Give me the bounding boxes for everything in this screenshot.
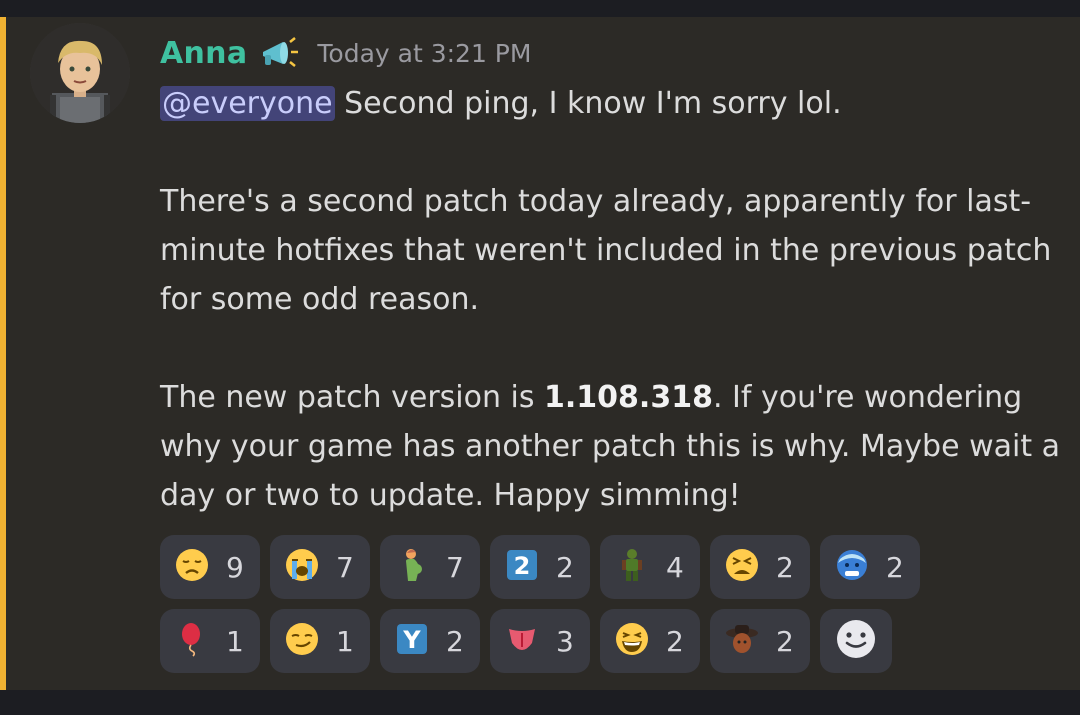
message-header: Anna Today at 3:21 PM bbox=[160, 31, 531, 75]
chat-message[interactable]: Anna Today at 3:21 PM @everyone Second p… bbox=[0, 17, 1080, 690]
reaction-smirking-face[interactable]: 1 bbox=[270, 609, 370, 673]
reaction-count: 2 bbox=[556, 550, 574, 584]
loudly-crying-face-icon bbox=[284, 547, 320, 587]
reaction-letter-y[interactable]: Y 2 bbox=[380, 609, 480, 673]
cold-face-icon bbox=[834, 547, 870, 587]
reaction-cowboy-character[interactable]: 2 bbox=[710, 609, 810, 673]
reaction-count: 3 bbox=[556, 624, 574, 658]
letter-y-icon: Y bbox=[394, 621, 430, 661]
top-bar bbox=[0, 0, 1080, 17]
smirking-face-icon bbox=[284, 621, 320, 661]
reaction-tongue[interactable]: 3 bbox=[490, 609, 590, 673]
megaphone-icon bbox=[257, 34, 301, 72]
reaction-count: 1 bbox=[226, 624, 244, 658]
avatar[interactable] bbox=[30, 23, 130, 123]
add-reaction-button[interactable] bbox=[820, 609, 892, 673]
cowboy-character-icon bbox=[724, 621, 760, 661]
reaction-tired-face[interactable]: 2 bbox=[710, 535, 810, 599]
line-1-text: Second ping, I know I'm sorry lol. bbox=[334, 86, 842, 121]
tongue-icon bbox=[504, 621, 540, 661]
pregnant-person-icon bbox=[394, 547, 430, 587]
reaction-count: 1 bbox=[336, 624, 354, 658]
reaction-green-creature[interactable]: 4 bbox=[600, 535, 700, 599]
reaction-count: 2 bbox=[776, 550, 794, 584]
disappointed-face-icon bbox=[174, 547, 210, 587]
reactions-row-1: 9 7 7 2 2 4 2 2 bbox=[160, 535, 1060, 599]
svg-text:Y: Y bbox=[402, 626, 421, 654]
reaction-count: 2 bbox=[776, 624, 794, 658]
reactions: 9 7 7 2 2 4 2 2 1 1 Y 2 3 2 2 bbox=[160, 535, 1060, 683]
username[interactable]: Anna bbox=[160, 36, 247, 71]
reaction-count: 7 bbox=[446, 550, 464, 584]
reaction-count: 7 bbox=[336, 550, 354, 584]
reactions-row-2: 1 1 Y 2 3 2 2 bbox=[160, 609, 1060, 673]
reaction-count: 4 bbox=[666, 550, 684, 584]
reaction-count: 2 bbox=[666, 624, 684, 658]
bottom-bar bbox=[0, 690, 1080, 715]
add-reaction-icon bbox=[834, 617, 878, 665]
reaction-loudly-crying[interactable]: 7 bbox=[270, 535, 370, 599]
message-paragraph-2: There's a second patch today already, ap… bbox=[160, 184, 1052, 317]
everyone-mention[interactable]: @everyone bbox=[160, 86, 335, 121]
p3-before: The new patch version is bbox=[160, 380, 545, 415]
balloon-icon bbox=[174, 621, 210, 661]
reaction-disappointed[interactable]: 9 bbox=[160, 535, 260, 599]
reaction-pregnant-person[interactable]: 7 bbox=[380, 535, 480, 599]
reaction-count: 2 bbox=[446, 624, 464, 658]
timestamp: Today at 3:21 PM bbox=[317, 38, 532, 68]
mention-highlight-bar bbox=[0, 17, 6, 690]
reaction-keycap-2[interactable]: 2 2 bbox=[490, 535, 590, 599]
reaction-cold-face[interactable]: 2 bbox=[820, 535, 920, 599]
reaction-count: 2 bbox=[886, 550, 904, 584]
message-content: @everyone Second ping, I know I'm sorry … bbox=[160, 79, 1060, 520]
laughing-face-icon bbox=[614, 621, 650, 661]
reaction-laughing-face[interactable]: 2 bbox=[600, 609, 700, 673]
message-paragraph-3: The new patch version is 1.108.318. If y… bbox=[160, 373, 1060, 520]
tired-face-icon bbox=[724, 547, 760, 587]
message-line-1: @everyone Second ping, I know I'm sorry … bbox=[160, 79, 1060, 128]
keycap-2-icon: 2 bbox=[504, 547, 540, 587]
svg-text:2: 2 bbox=[514, 552, 531, 580]
reaction-balloon[interactable]: 1 bbox=[160, 609, 260, 673]
patch-version: 1.108.318 bbox=[544, 380, 713, 415]
green-creature-icon bbox=[614, 547, 650, 587]
reaction-count: 9 bbox=[226, 550, 244, 584]
